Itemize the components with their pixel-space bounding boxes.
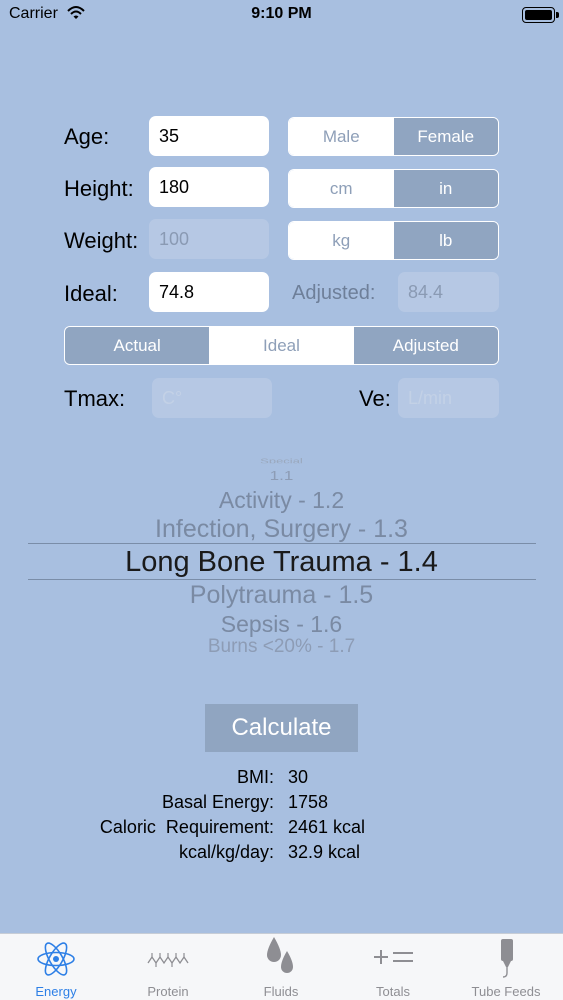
picker-selection-bottom-line [28,579,536,580]
weight-unit-kg-option[interactable]: kg [289,222,394,259]
plus-equals-icon [374,950,413,964]
weight-unit-segmented-control[interactable]: kg lb [288,221,499,260]
weight-basis-adjusted-option[interactable]: Adjusted [353,327,498,364]
tab-label: Protein [147,984,189,999]
bmi-value: 30 [288,767,309,787]
basal-energy-value: 1758 [288,792,329,812]
picker-selection-top-line [28,543,536,544]
tab-energy[interactable]: Energy [0,933,112,1000]
picker-item[interactable]: Activity - 1.2 [0,487,563,514]
feeding-tube-icon [501,939,513,978]
sex-female-option[interactable]: Female [393,118,498,155]
bmi-label: BMI: [236,767,274,787]
weight-basis-segmented-control[interactable]: Actual Ideal Adjusted [64,326,499,365]
ideal-weight-input[interactable]: 74.8 [149,272,269,312]
adjusted-label: Adjusted: [292,282,376,304]
battery-tip [556,12,559,18]
tab-label: Tube Feeds [471,984,541,999]
height-unit-cm-option[interactable]: cm [289,170,394,207]
weight-unit-lb-option[interactable]: lb [393,222,498,259]
height-input[interactable]: 180 [149,167,269,207]
age-input[interactable]: 35 [149,116,269,156]
picker-selected-item[interactable]: Long Bone Trauma - 1.4 [0,546,563,579]
weight-label: Weight: [64,228,139,253]
tab-fluids[interactable]: Fluids [225,933,337,1000]
molecule-chain-icon [147,953,189,967]
tab-label: Totals [376,984,410,999]
basal-energy-label: Basal Energy: [161,792,274,812]
tab-totals[interactable]: Totals [337,933,449,1000]
status-time: 9:10 PM [251,5,312,22]
caloric-requirement-value: 2461 kcal [288,817,366,837]
height-unit-in-option[interactable]: in [393,170,498,207]
weight-basis-actual-option[interactable]: Actual [65,327,210,364]
sex-segmented-control[interactable]: Male Female [288,117,499,156]
height-label: Height: [64,176,134,201]
ve-input[interactable]: L/min [398,378,499,418]
kcal-per-kg-value: 32.9 kcal [288,842,361,862]
picker-item[interactable]: 1.1 [0,469,563,484]
droplets-icon [267,937,293,973]
picker-item[interactable]: Sepsis - 1.6 [0,611,563,638]
tab-label: Energy [35,984,77,999]
picker-item[interactable]: Polytrauma - 1.5 [0,581,563,610]
caloric-requirement-label: Caloric Requirement: [99,817,274,837]
sex-male-option[interactable]: Male [289,118,394,155]
tab-protein[interactable]: Protein [112,933,224,1000]
tmax-label: Tmax: [64,386,126,411]
ve-label: Ve: [359,386,391,411]
calculate-button[interactable]: Calculate [205,704,358,752]
weight-input[interactable]: 100 [149,219,269,259]
tab-tube-feeds[interactable]: Tube Feeds [450,933,562,1000]
kcal-per-kg-label: kcal/kg/day: [178,842,274,862]
height-unit-segmented-control[interactable]: cm in [288,169,499,208]
atom-icon [37,942,75,976]
tab-label: Fluids [263,984,299,999]
tmax-input[interactable]: C° [152,378,272,418]
weight-basis-ideal-option[interactable]: Ideal [209,327,354,364]
picker-item-faded[interactable]: Special [0,457,563,464]
picker-item[interactable]: Infection, Surgery - 1.3 [0,515,563,544]
age-label: Age: [64,124,110,149]
battery-icon [522,7,555,23]
ideal-label: Ideal: [64,281,118,306]
adjusted-weight-value: 84.4 [398,272,499,312]
picker-item[interactable]: Burns <20% - 1.7 [0,636,563,653]
